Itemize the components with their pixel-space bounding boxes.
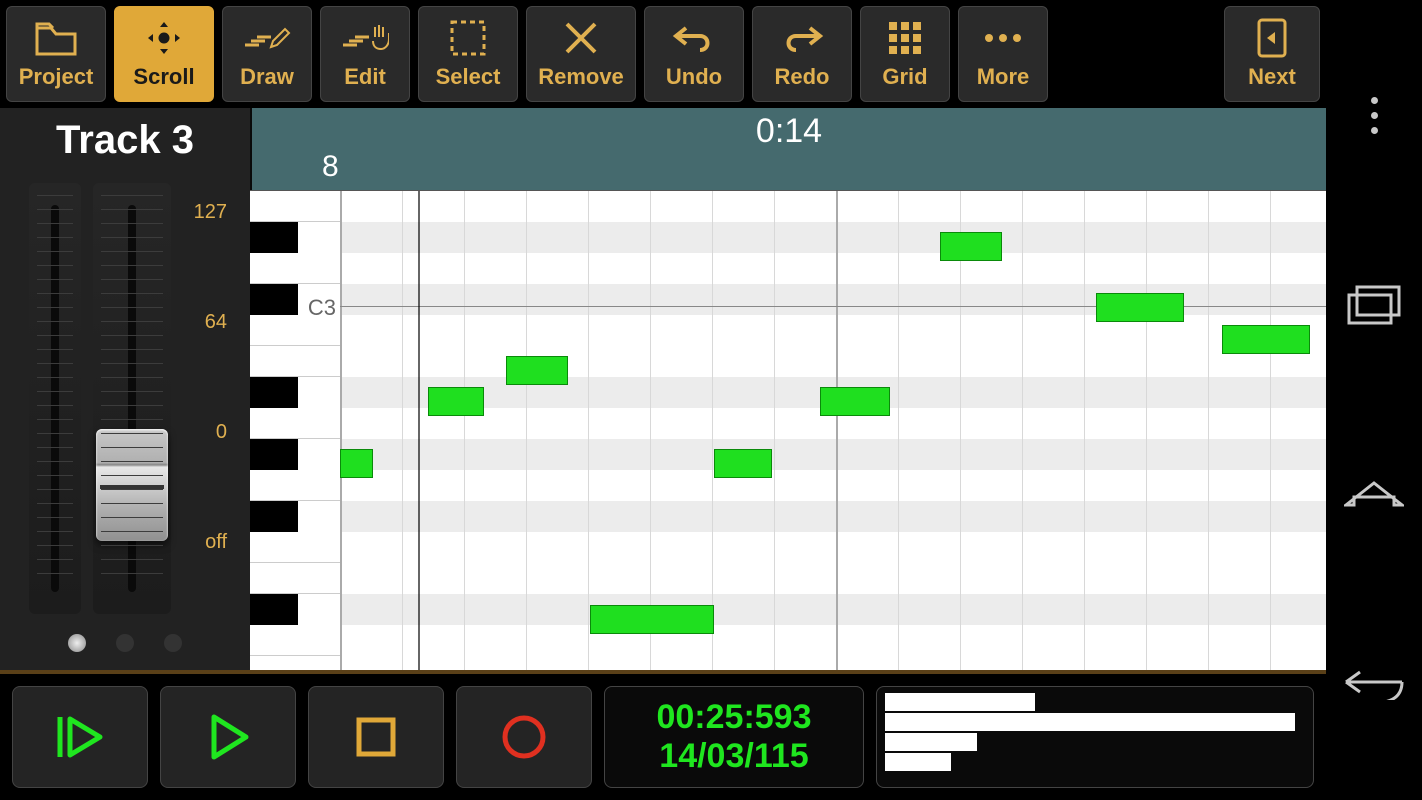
android-navbar [1326, 0, 1422, 800]
scroll-icon [142, 18, 186, 58]
home-button[interactable] [1344, 465, 1404, 525]
velocity-scale: 127 64 0 off [183, 183, 227, 614]
next-button[interactable]: Next [1224, 6, 1320, 102]
undo-icon [672, 18, 716, 58]
velocity-fader[interactable] [93, 183, 171, 614]
midi-note[interactable] [1096, 293, 1184, 322]
timeline-header[interactable]: 0:14 8 [250, 108, 1326, 190]
back-button[interactable] [1344, 655, 1404, 715]
toolbar-label: More [977, 64, 1030, 90]
more-button[interactable]: More [958, 6, 1048, 102]
toolbar-label: Grid [882, 64, 927, 90]
toolbar-label: Edit [344, 64, 386, 90]
toolbar-label: Scroll [133, 64, 194, 90]
playhead-time: 0:14 [252, 112, 1326, 151]
next-icon [1255, 18, 1289, 58]
recents-button[interactable] [1344, 275, 1404, 335]
grid-button[interactable]: Grid [860, 6, 950, 102]
folder-icon [34, 18, 78, 58]
grid-icon [887, 18, 923, 58]
scroll-button[interactable]: Scroll [114, 6, 214, 102]
undo-button[interactable]: Undo [644, 6, 744, 102]
record-button[interactable] [456, 686, 592, 788]
toolbar-label: Remove [538, 64, 624, 90]
midi-note[interactable] [1222, 325, 1310, 354]
overview-clip [885, 713, 1295, 731]
edit-button[interactable]: Edit [320, 6, 410, 102]
toolbar: Project Scroll Draw Edit Select Remove Undo Red… [0, 0, 1326, 108]
led-1[interactable] [68, 634, 86, 652]
midi-note[interactable] [506, 356, 568, 385]
project-button[interactable]: Project [6, 6, 106, 102]
overview-clip [885, 693, 1035, 711]
song-overview[interactable] [876, 686, 1314, 788]
play-from-start-button[interactable] [12, 686, 148, 788]
track-indicators [0, 624, 250, 670]
piano-keys[interactable]: C3 [250, 191, 340, 670]
redo-button[interactable]: Redo [752, 6, 852, 102]
midi-note[interactable] [940, 232, 1002, 261]
midi-note[interactable] [714, 449, 772, 478]
volume-fader[interactable] [29, 183, 81, 614]
midi-note[interactable] [428, 387, 484, 416]
toolbar-label: Project [19, 64, 94, 90]
note-grid[interactable] [340, 191, 1326, 670]
transport-bar: 00:25:593 14/03/115 [0, 670, 1326, 800]
toolbar-label: Next [1248, 64, 1296, 90]
bar-marker: 8 [322, 150, 339, 184]
overview-clip [885, 753, 951, 771]
pencil-icon [243, 18, 291, 58]
x-icon [563, 18, 599, 58]
led-3[interactable] [164, 634, 182, 652]
toolbar-label: Draw [240, 64, 294, 90]
playhead[interactable] [418, 191, 420, 670]
menu-button[interactable] [1344, 85, 1404, 145]
remove-button[interactable]: Remove [526, 6, 636, 102]
led-2[interactable] [116, 634, 134, 652]
track-title: Track 3 [56, 118, 194, 163]
select-button[interactable]: Select [418, 6, 518, 102]
redo-icon [780, 18, 824, 58]
stop-button[interactable] [308, 686, 444, 788]
transport-position: 14/03/115 [659, 737, 808, 776]
play-button[interactable] [160, 686, 296, 788]
time-display: 00:25:593 14/03/115 [604, 686, 864, 788]
hand-icon [341, 18, 389, 58]
midi-note[interactable] [340, 449, 373, 478]
marquee-icon [448, 18, 488, 58]
faders: 127 64 0 off [0, 173, 250, 624]
draw-button[interactable]: Draw [222, 6, 312, 102]
midi-note[interactable] [820, 387, 890, 416]
toolbar-label: Undo [666, 64, 722, 90]
dots-icon [983, 18, 1023, 58]
transport-time: 00:25:593 [656, 698, 811, 737]
toolbar-label: Select [436, 64, 501, 90]
overview-clip [885, 733, 977, 751]
toolbar-label: Redo [775, 64, 830, 90]
track-panel: Track 3 127 64 0 off [0, 108, 250, 670]
piano-roll: 0:14 8 C3 [250, 108, 1326, 670]
midi-note[interactable] [590, 605, 714, 634]
